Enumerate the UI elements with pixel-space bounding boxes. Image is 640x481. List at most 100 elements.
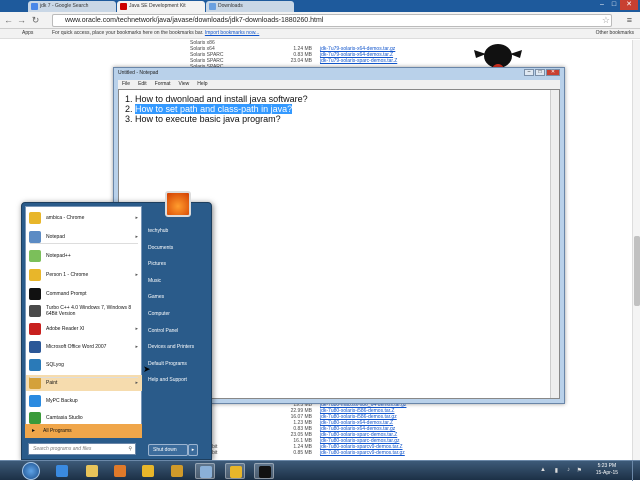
start-item-backup[interactable]: MyPC Backup (26, 393, 142, 409)
apps-link[interactable]: Apps (22, 29, 33, 38)
flag-icon[interactable]: ⚑ (577, 467, 582, 474)
clock[interactable]: 5:23 PM 15-Apr-15 (596, 463, 618, 477)
mouse-cursor-icon: ➤ (143, 364, 151, 374)
start-item-turbo[interactable]: Turbo C++ 4.0 Windows 7, Windows 8 64Bit… (26, 303, 142, 319)
start-place-games[interactable]: Games (145, 289, 211, 306)
tab-java-se[interactable]: Java SE Development Kit (117, 1, 205, 12)
start-place-control-panel[interactable]: Control Panel (145, 323, 211, 340)
taskbar-app-media-player[interactable] (110, 463, 130, 479)
start-item-label: Paint (46, 380, 58, 386)
scrollbar-thumb[interactable] (634, 236, 640, 306)
notepad-icon (29, 231, 41, 243)
import-bookmarks-link[interactable]: Import bookmarks now... (205, 30, 259, 36)
downloads-table-bottom: x8619.5 MBjdk-7u80-macosx-x86_64-demos.t… (190, 402, 406, 456)
volume-icon[interactable]: ♪ (567, 467, 570, 473)
start-item-sqlyog[interactable]: SQLyog (26, 357, 142, 373)
menu-edit[interactable]: Edit (134, 80, 151, 89)
network-icon[interactable]: ▮ (555, 467, 558, 474)
taskbar-app-ie[interactable] (52, 463, 72, 479)
start-item-label: SQLyog (46, 362, 64, 368)
start-item-label: Notepad++ (46, 253, 71, 259)
start-item-label: Notepad (46, 234, 65, 240)
start-search-input[interactable]: Search programs and files ⚲ (28, 443, 136, 455)
start-item-label: Command Prompt (46, 291, 87, 297)
separator (30, 243, 138, 244)
page-scrollbar[interactable] (632, 40, 640, 462)
menu-format[interactable]: Format (151, 80, 175, 89)
menu-view[interactable]: View (175, 80, 194, 89)
start-place-computer[interactable]: Computer (145, 306, 211, 323)
mypc-icon (171, 465, 183, 477)
start-menu: ambica - Chrome ▸ Notepad ▸ Notepad++ Person … (21, 191, 212, 460)
start-button[interactable] (22, 462, 40, 480)
chrome-menu-icon[interactable]: ≡ (627, 15, 632, 25)
minimize-button[interactable]: – (596, 0, 608, 10)
user-picture[interactable] (165, 191, 191, 217)
start-item-chrome[interactable]: Person 1 - Chrome ▸ (26, 267, 142, 283)
close-button[interactable]: ✕ (620, 0, 638, 10)
cmd-icon (29, 288, 41, 300)
adobe-icon (29, 323, 41, 335)
notepad-scrollbar[interactable] (550, 90, 559, 398)
url-input[interactable]: www.oracle.com/technetwork/java/javase/d… (52, 14, 612, 27)
shutdown-options-button[interactable]: ▸ (188, 444, 198, 456)
start-item-adobe[interactable]: Adobe Reader XI ▸ (26, 321, 142, 337)
selected-text: How to set path and class-path in java? (135, 104, 293, 114)
notepad-icon (200, 466, 212, 478)
notepad-menubar: File Edit Format View Help (118, 80, 560, 89)
start-place-default-programs[interactable]: Default Programs (145, 356, 211, 373)
notepad-maximize-button[interactable]: □ (535, 69, 545, 76)
show-desktop-button[interactable] (632, 461, 640, 481)
taskbar-app-chrome[interactable] (138, 463, 158, 479)
taskbar-app-notepad[interactable] (195, 463, 215, 479)
start-place-pictures[interactable]: Pictures (145, 256, 211, 273)
submenu-arrow-icon[interactable]: ▸ (135, 210, 138, 226)
media-player-icon (114, 465, 126, 477)
tab-downloads[interactable]: Downloads (206, 1, 294, 12)
start-place-music[interactable]: Music (145, 273, 211, 290)
start-place-techyhub[interactable]: techyhub (145, 223, 211, 240)
start-menu-programs: ambica - Chrome ▸ Notepad ▸ Notepad++ Person … (25, 206, 142, 438)
menu-help[interactable]: Help (193, 80, 211, 89)
reload-icon[interactable]: ↻ (30, 15, 41, 26)
separator (30, 377, 138, 378)
chrome-icon (230, 466, 242, 478)
taskbar: ▲ ▮ ♪ ⚑ 5:23 PM 15-Apr-15 (0, 460, 640, 481)
forward-icon[interactable]: → (16, 15, 27, 26)
menu-file[interactable]: File (118, 80, 134, 89)
ie-icon (56, 465, 68, 477)
notepadpp-icon (29, 250, 41, 262)
taskbar-app-chrome[interactable] (225, 463, 245, 479)
other-bookmarks[interactable]: Other bookmarks (596, 29, 634, 38)
submenu-arrow-icon[interactable]: ▸ (135, 321, 138, 337)
turbo-icon (29, 305, 41, 317)
start-place-devices-and-printers[interactable]: Devices and Printers (145, 339, 211, 356)
bookmark-star-icon[interactable]: ☆ (602, 15, 610, 26)
notepad-minimize-button[interactable]: – (524, 69, 534, 76)
start-item-word[interactable]: Microsoft Office Word 2007 ▸ (26, 339, 142, 355)
maximize-button[interactable]: □ (608, 0, 620, 10)
download-link[interactable]: jdk-7u80-solaris-sparcv9-demos.tar.gz (320, 450, 405, 456)
taskbar-app-cmd[interactable] (254, 463, 274, 479)
taskbar-app-explorer[interactable] (82, 463, 102, 479)
tab-google-search[interactable]: jdk 7 - Google Search (28, 1, 116, 12)
start-item-notepadpp[interactable]: Notepad++ (26, 248, 142, 264)
submenu-arrow-icon[interactable]: ▸ (135, 267, 138, 283)
download-link[interactable]: jdk-7u79-solaris-sparc-demos.tar.Z (320, 58, 397, 64)
shutdown-button[interactable]: Shut down (148, 444, 188, 456)
notepad-close-button[interactable]: ✕ (546, 69, 560, 76)
submenu-arrow-icon[interactable]: ▸ (135, 339, 138, 355)
all-programs-button[interactable]: ▸ All Programs (25, 424, 142, 438)
start-menu-places: techyhub Documents Pictures Music Games Compu… (145, 223, 211, 389)
back-icon[interactable]: ← (3, 15, 14, 26)
start-item-label: Person 1 - Chrome (46, 272, 89, 278)
text-line: 1. How to dwonload and install java soft… (125, 94, 308, 104)
start-place-documents[interactable]: Documents (145, 240, 211, 257)
cmd-icon (259, 466, 271, 478)
chrome-icon (29, 212, 41, 224)
start-item-chrome[interactable]: ambica - Chrome ▸ (26, 210, 142, 226)
start-item-cmd[interactable]: Command Prompt (26, 286, 142, 302)
taskbar-app-mypc[interactable] (167, 463, 187, 479)
tray-arrow-icon[interactable]: ▲ (540, 467, 546, 473)
start-place-help-and-support[interactable]: Help and Support (145, 372, 211, 389)
